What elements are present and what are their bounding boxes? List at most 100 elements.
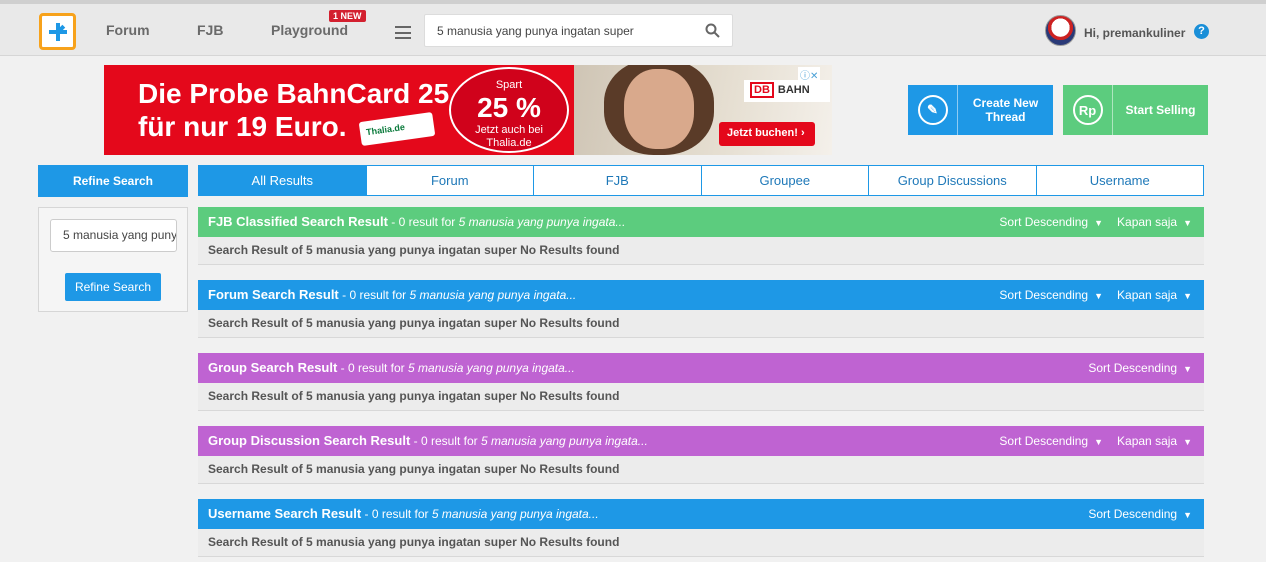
time-dropdown[interactable]: Kapan saja ▼ bbox=[1117, 280, 1192, 311]
group-result-section: Group Search Result - 0 result for 5 man… bbox=[198, 353, 1204, 411]
time-dropdown[interactable]: Kapan saja ▼ bbox=[1117, 426, 1192, 457]
refine-search-title: Refine Search bbox=[38, 165, 188, 197]
db-logo-mark: DB bbox=[750, 82, 774, 98]
ad-db-logo: DB BAHN bbox=[744, 80, 830, 102]
sort-label: Sort Descending bbox=[999, 434, 1089, 448]
db-logo-text: BAHN bbox=[777, 84, 810, 96]
sort-dropdown[interactable]: Sort Descending ▼ bbox=[999, 207, 1103, 238]
caret-down-icon: ▼ bbox=[1183, 437, 1192, 447]
section-title: FJB Classified Search Result bbox=[208, 214, 388, 229]
result-count: - 0 result for bbox=[342, 288, 407, 302]
top-navbar: Forum FJB Playground 1 NEW Hi, premankul… bbox=[0, 0, 1266, 56]
section-header: Username Search Result - 0 result for 5 … bbox=[198, 499, 1204, 529]
sort-dropdown[interactable]: Sort Descending ▼ bbox=[1088, 499, 1192, 530]
ad-circle-percent: 25 % bbox=[477, 92, 541, 123]
result-query: 5 manusia yang punya ingata... bbox=[458, 215, 626, 229]
new-badge: 1 NEW bbox=[329, 10, 366, 22]
result-count: - 0 result for bbox=[364, 507, 429, 521]
ad-circle-line1: Jetzt auch bei bbox=[475, 124, 543, 136]
ad-banner[interactable]: Die Probe BahnCard 25 für nur 19 Euro. T… bbox=[104, 65, 832, 155]
result-query: 5 manusia yang punya ingata... bbox=[409, 288, 577, 302]
nav-playground-link[interactable]: Playground bbox=[271, 22, 348, 38]
result-count: - 0 result for bbox=[340, 361, 405, 375]
user-avatar[interactable] bbox=[1045, 15, 1076, 46]
section-body: Search Result of 5 manusia yang punya in… bbox=[198, 456, 1204, 484]
search-icon[interactable] bbox=[705, 23, 720, 38]
ad-cta-button[interactable]: Jetzt buchen! › bbox=[719, 122, 815, 146]
user-greeting[interactable]: Hi, premankuliner bbox=[1084, 26, 1185, 40]
ad-photo-face bbox=[624, 69, 694, 149]
refine-search-button[interactable]: Refine Search bbox=[65, 273, 161, 301]
section-header: Group Search Result - 0 result for 5 man… bbox=[198, 353, 1204, 383]
create-thread-label: Create New Thread bbox=[972, 96, 1039, 124]
section-body: Search Result of 5 manusia yang punya in… bbox=[198, 310, 1204, 338]
section-title: Group Search Result bbox=[208, 360, 338, 375]
time-label: Kapan saja bbox=[1117, 288, 1178, 302]
ad-circle-line2: Thalia.de bbox=[486, 137, 532, 149]
ad-circle-top: Spart bbox=[495, 79, 523, 91]
group-discussion-result-section: Group Discussion Search Result - 0 resul… bbox=[198, 426, 1204, 484]
time-label: Kapan saja bbox=[1117, 215, 1178, 229]
chevron-right-icon: › bbox=[800, 127, 805, 139]
caret-down-icon: ▼ bbox=[1094, 437, 1104, 447]
result-count: - 0 result for bbox=[413, 434, 478, 448]
start-selling-button[interactable]: Rp Start Selling bbox=[1063, 85, 1208, 135]
caret-down-icon: ▼ bbox=[1183, 510, 1192, 520]
tab-all-results[interactable]: All Results bbox=[198, 165, 367, 196]
tab-username[interactable]: Username bbox=[1036, 165, 1204, 196]
sort-dropdown[interactable]: Sort Descending ▼ bbox=[999, 280, 1103, 311]
tab-group-discussions[interactable]: Group Discussions bbox=[869, 165, 1037, 196]
username-result-section: Username Search Result - 0 result for 5 … bbox=[198, 499, 1204, 557]
menu-hamburger-icon[interactable] bbox=[395, 26, 411, 39]
section-header: Forum Search Result - 0 result for 5 man… bbox=[198, 280, 1204, 310]
sort-dropdown[interactable]: Sort Descending ▼ bbox=[1088, 353, 1192, 384]
fjb-result-section: FJB Classified Search Result - 0 result … bbox=[198, 207, 1204, 265]
forum-result-section: Forum Search Result - 0 result for 5 man… bbox=[198, 280, 1204, 338]
search-bar bbox=[424, 14, 733, 47]
section-header: Group Discussion Search Result - 0 resul… bbox=[198, 426, 1204, 456]
section-title: Username Search Result bbox=[208, 506, 362, 521]
kaskus-logo[interactable] bbox=[39, 13, 76, 50]
result-count: - 0 result for bbox=[391, 215, 456, 229]
caret-down-icon: ▼ bbox=[1183, 291, 1192, 301]
sort-label: Sort Descending bbox=[1088, 507, 1178, 521]
tab-forum[interactable]: Forum bbox=[366, 165, 534, 196]
ad-headline-line1: Die Probe BahnCard 25 bbox=[138, 78, 450, 109]
refine-search-panel: 5 manusia yang punya ingatan super Refin… bbox=[38, 207, 188, 312]
ad-cta-label: Jetzt buchen! bbox=[727, 127, 798, 139]
rupiah-icon-text: Rp bbox=[1072, 95, 1103, 125]
result-query: 5 manusia yang punya ingata... bbox=[431, 507, 599, 521]
pencil-icon: ✎ bbox=[908, 85, 958, 135]
caret-down-icon: ▼ bbox=[1183, 364, 1192, 374]
section-body: Search Result of 5 manusia yang punya in… bbox=[198, 529, 1204, 557]
sort-label: Sort Descending bbox=[1088, 361, 1178, 375]
nav-forum-link[interactable]: Forum bbox=[106, 22, 150, 38]
time-label: Kapan saja bbox=[1117, 434, 1178, 448]
section-title: Forum Search Result bbox=[208, 287, 339, 302]
tab-groupee[interactable]: Groupee bbox=[701, 165, 869, 196]
time-dropdown[interactable]: Kapan saja ▼ bbox=[1117, 207, 1192, 238]
help-icon[interactable]: ? bbox=[1194, 24, 1209, 39]
result-query: 5 manusia yang punya ingata... bbox=[481, 434, 648, 448]
create-new-thread-button[interactable]: ✎ Create New Thread bbox=[908, 85, 1053, 135]
nav-fjb-link[interactable]: FJB bbox=[197, 22, 223, 38]
refine-search-input[interactable]: 5 manusia yang punya ingatan super bbox=[50, 219, 177, 252]
caret-down-icon: ▼ bbox=[1094, 291, 1104, 301]
sort-label: Sort Descending bbox=[999, 288, 1089, 302]
ad-discount-circle: Spart 25 % Jetzt auch bei Thalia.de bbox=[449, 67, 569, 153]
sort-label: Sort Descending bbox=[999, 215, 1089, 229]
rupiah-icon: Rp bbox=[1063, 85, 1113, 135]
start-selling-label: Start Selling bbox=[1125, 103, 1196, 117]
search-input[interactable] bbox=[425, 15, 695, 46]
k-logo-icon bbox=[48, 22, 67, 41]
section-title: Group Discussion Search Result bbox=[208, 433, 411, 448]
results-tabs: All Results Forum FJB Groupee Group Disc… bbox=[198, 165, 1204, 196]
result-query: 5 manusia yang punya ingata... bbox=[408, 361, 575, 375]
tab-fjb[interactable]: FJB bbox=[534, 165, 702, 196]
caret-down-icon: ▼ bbox=[1094, 218, 1104, 228]
section-header: FJB Classified Search Result - 0 result … bbox=[198, 207, 1204, 237]
caret-down-icon: ▼ bbox=[1183, 218, 1192, 228]
ad-choices-icon[interactable]: ⓘ✕ bbox=[798, 67, 821, 82]
sort-dropdown[interactable]: Sort Descending ▼ bbox=[999, 426, 1103, 457]
section-body: Search Result of 5 manusia yang punya in… bbox=[198, 237, 1204, 265]
